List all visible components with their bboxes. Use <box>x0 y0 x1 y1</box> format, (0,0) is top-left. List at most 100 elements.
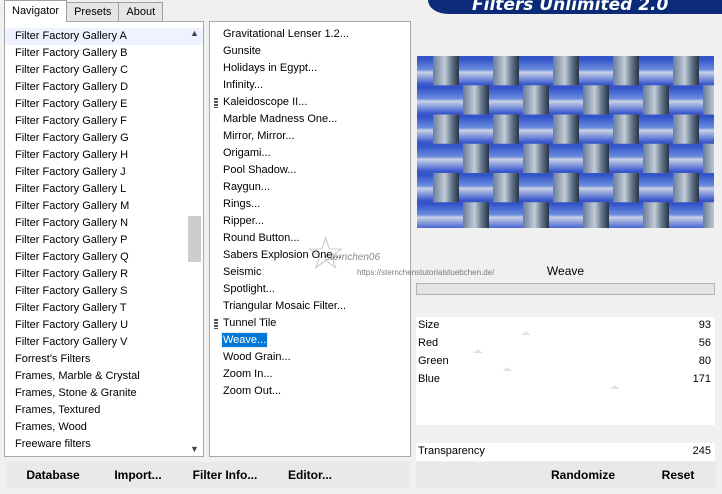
favorite-marker-icon <box>214 98 218 108</box>
scroll-down-icon[interactable]: ▼ <box>187 442 202 456</box>
category-item[interactable]: Filter Factory Gallery A <box>5 28 203 45</box>
filter-item[interactable]: Weave... <box>210 332 410 349</box>
favorite-marker-icon <box>214 319 218 329</box>
filter-item[interactable]: Origami... <box>210 145 410 162</box>
preview-image <box>417 56 714 228</box>
filter-item-label: Round Button... <box>223 232 300 244</box>
category-item[interactable]: Frames, Textured <box>5 402 203 419</box>
category-item[interactable]: Filter Factory Gallery U <box>5 317 203 334</box>
filter-item[interactable]: Sabers Explosion One... <box>210 247 410 264</box>
filter-item-label: Ripper... <box>223 215 264 227</box>
param-size[interactable]: Size 93 <box>416 317 715 337</box>
filter-panel: Weave Size 93 Red 56 Green 80 Blue 171 T… <box>416 21 717 461</box>
filter-item[interactable]: Triangular Mosaic Filter... <box>210 298 410 315</box>
filter-item-label: Rings... <box>223 198 261 210</box>
filter-item-label: Zoom Out... <box>223 385 282 397</box>
reset-button[interactable]: Reset <box>640 462 716 488</box>
filter-item[interactable]: Gravitational Lenser 1.2... <box>210 26 410 43</box>
param-green[interactable]: Green 80 <box>416 353 715 373</box>
category-item[interactable]: Filter Factory Gallery B <box>5 45 203 62</box>
param-transparency[interactable]: Transparency 245 <box>416 443 715 461</box>
category-list[interactable]: Filter Factory Gallery A Filter Factory G… <box>4 21 204 457</box>
toolbar-spacer <box>346 462 410 488</box>
filter-item[interactable]: Mirror, Mirror... <box>210 128 410 145</box>
category-item[interactable]: Forrest's Filters <box>5 351 203 368</box>
filter-item[interactable]: Wood Grain... <box>210 349 410 366</box>
param-label: Green <box>418 355 449 367</box>
category-item[interactable]: Filter Factory Gallery G <box>5 130 203 147</box>
tab-navigator[interactable]: Navigator <box>4 0 68 22</box>
param-label: Blue <box>418 373 441 385</box>
tab-bar: Navigator Presets About <box>4 0 164 22</box>
category-item[interactable]: Filter Factory Gallery F <box>5 113 203 130</box>
param-value: 245 <box>692 445 711 457</box>
randomize-button[interactable]: Randomize <box>526 462 640 488</box>
filter-list[interactable]: Gravitational Lenser 1.2... Gunsite Holida… <box>209 21 411 457</box>
category-item[interactable]: Filter Factory Gallery M <box>5 198 203 215</box>
filter-item-label: Raygun... <box>223 181 271 193</box>
param-label: Red <box>418 337 439 349</box>
filter-item-label: Kaleidoscope II... <box>223 96 308 108</box>
filter-item[interactable]: Gunsite <box>210 43 410 60</box>
filter-item-label: Seismic <box>223 266 262 278</box>
filter-item[interactable]: Zoom In... <box>210 366 410 383</box>
tab-presets[interactable]: Presets <box>66 2 120 22</box>
filter-item[interactable]: Tunnel Tile <box>210 315 410 332</box>
filter-item[interactable]: Kaleidoscope II... <box>210 94 410 111</box>
import-button[interactable]: Import... <box>100 462 176 488</box>
param-value: 56 <box>698 337 711 349</box>
category-item[interactable]: Filter Factory Gallery E <box>5 96 203 113</box>
category-item[interactable]: Frames, Stone & Granite <box>5 385 203 402</box>
filter-item[interactable]: Marble Madness One... <box>210 111 410 128</box>
param-blue[interactable]: Blue 171 <box>416 371 715 391</box>
category-item[interactable]: Filter Factory Gallery S <box>5 283 203 300</box>
filter-title: Weave <box>546 264 585 278</box>
category-item[interactable]: Frames, Wood <box>5 419 203 436</box>
filter-item[interactable]: Raygun... <box>210 179 410 196</box>
filter-item[interactable]: Rings... <box>210 196 410 213</box>
category-item[interactable]: Freeware filters <box>5 436 203 453</box>
tab-about[interactable]: About <box>118 2 164 22</box>
toolbar-spacer-right <box>416 462 526 488</box>
filter-item[interactable]: Infinity... <box>210 77 410 94</box>
param-red[interactable]: Red 56 <box>416 335 715 355</box>
param-value: 171 <box>692 373 711 385</box>
database-button[interactable]: Database <box>6 462 100 488</box>
filter-item-label: Gravitational Lenser 1.2... <box>223 28 349 40</box>
filter-info-button[interactable]: Filter Info... <box>176 462 274 488</box>
filter-item-label: Weave... <box>220 332 269 348</box>
filter-item[interactable]: Round Button... <box>210 230 410 247</box>
filter-item-label: Gunsite <box>223 45 261 57</box>
filter-item[interactable]: Zoom Out... <box>210 383 410 400</box>
category-item[interactable]: Filter Factory Gallery N <box>5 215 203 232</box>
filter-item-label: Infinity... <box>223 79 264 91</box>
filter-item-label: Pool Shadow... <box>223 164 297 176</box>
category-item[interactable]: Filter Factory Gallery Q <box>5 249 203 266</box>
filter-item-label: Triangular Mosaic Filter... <box>223 300 347 312</box>
weave-strand-h <box>417 87 714 113</box>
category-item[interactable]: Filter Factory Gallery T <box>5 300 203 317</box>
category-item[interactable]: Filter Factory Gallery H <box>5 147 203 164</box>
scroll-thumb[interactable] <box>188 216 201 262</box>
filter-item-label: Marble Madness One... <box>223 113 338 125</box>
category-item[interactable]: Filter Factory Gallery L <box>5 181 203 198</box>
editor-button[interactable]: Editor... <box>274 462 346 488</box>
filter-item[interactable]: Ripper... <box>210 213 410 230</box>
category-scrollbar[interactable]: ▲ ▼ <box>187 26 202 456</box>
category-item[interactable]: Filter Factory Gallery J <box>5 164 203 181</box>
filter-item-label: Holidays in Egypt... <box>223 62 318 74</box>
scroll-up-icon[interactable]: ▲ <box>187 26 202 40</box>
filter-item[interactable]: Holidays in Egypt... <box>210 60 410 77</box>
category-item[interactable]: Frames, Marble & Crystal <box>5 368 203 385</box>
category-item[interactable]: Filter Factory Gallery D <box>5 79 203 96</box>
filter-item[interactable]: Pool Shadow... <box>210 162 410 179</box>
filter-item[interactable]: Spotlight... <box>210 281 410 298</box>
filter-item[interactable]: Seismic <box>210 264 410 281</box>
category-item[interactable]: Filter Factory Gallery V <box>5 334 203 351</box>
category-item[interactable]: Filter Factory Gallery P <box>5 232 203 249</box>
filter-item-label: Mirror, Mirror... <box>223 130 295 142</box>
filter-item-label: Spotlight... <box>223 283 275 295</box>
progress-bar <box>416 283 715 295</box>
category-item[interactable]: Filter Factory Gallery R <box>5 266 203 283</box>
category-item[interactable]: Filter Factory Gallery C <box>5 62 203 79</box>
